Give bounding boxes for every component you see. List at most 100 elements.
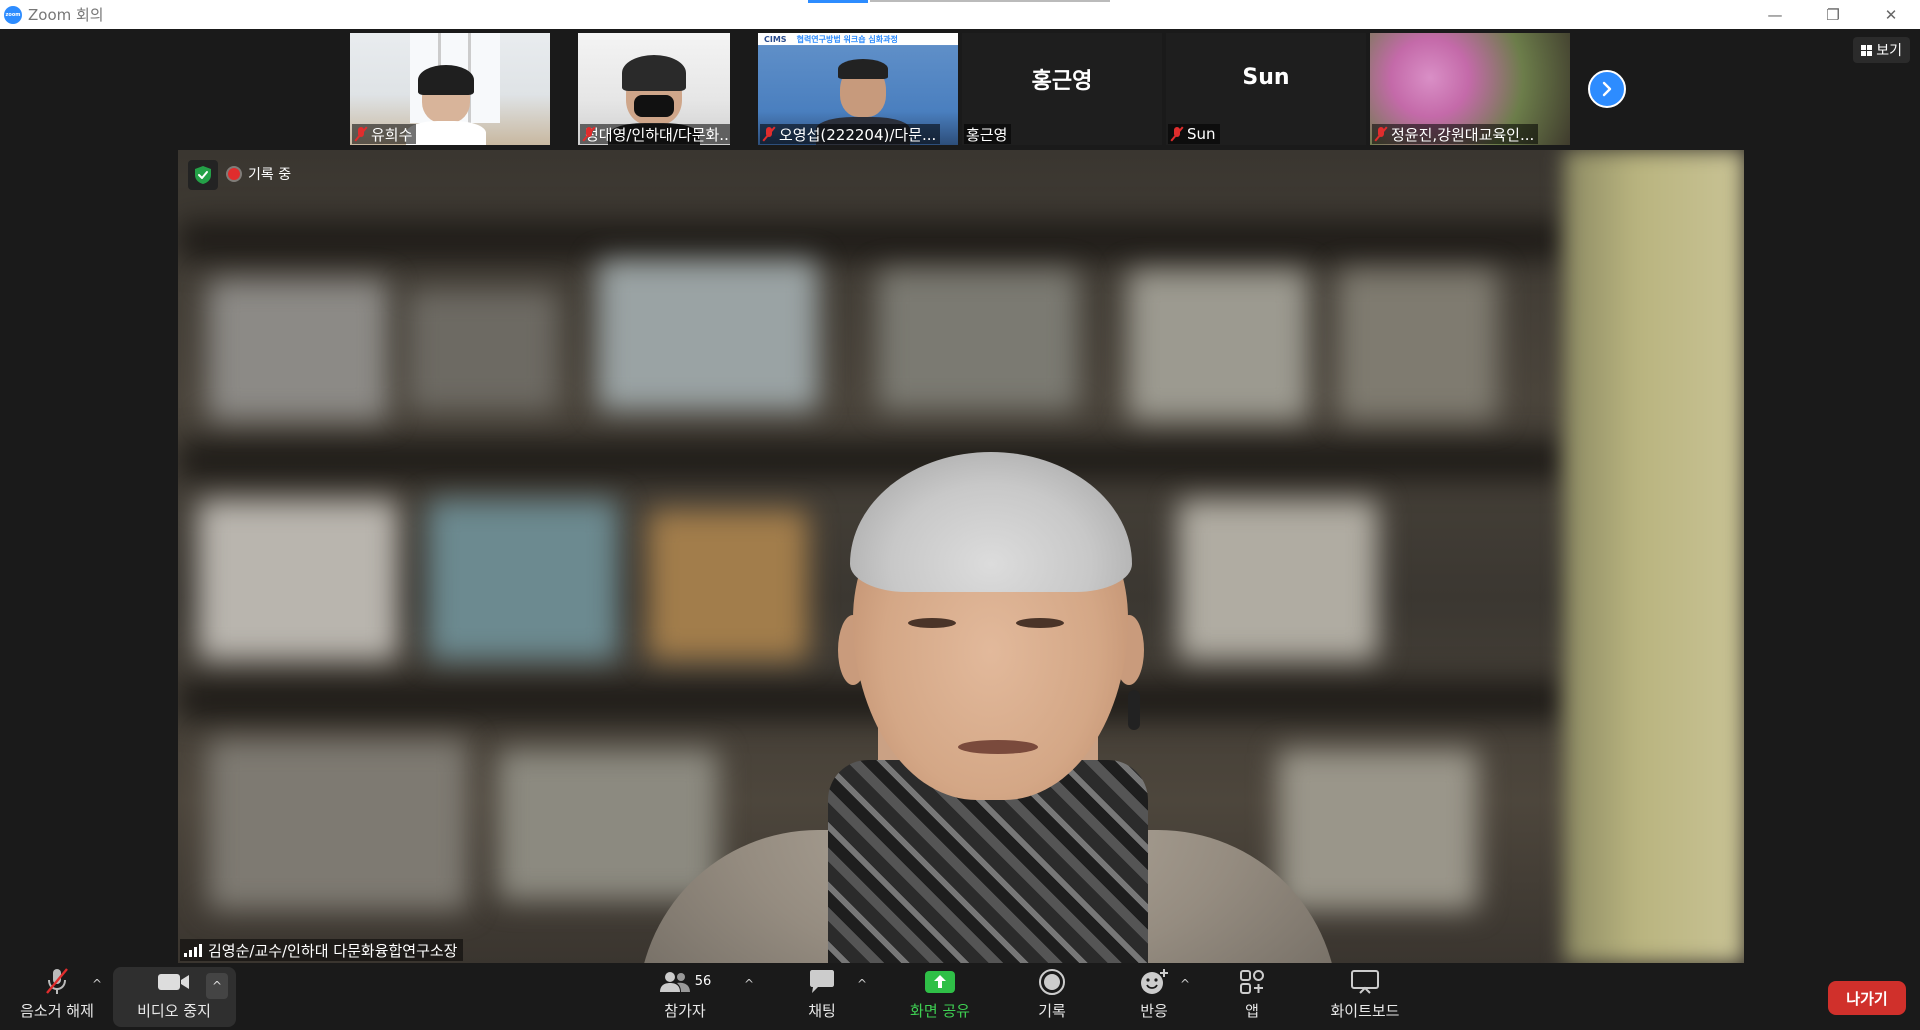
chevron-right-icon xyxy=(1602,81,1612,97)
participant-name: 유희수 xyxy=(371,125,413,144)
chat-bubble-icon xyxy=(810,969,834,993)
apps-icon xyxy=(1240,969,1264,994)
reactions-button[interactable]: 반응 xyxy=(1124,967,1184,1027)
active-speaker-video: 기록 중 김영순/교수/인하대 다문화융합연구소장 xyxy=(178,150,1744,963)
view-button[interactable]: 보기 xyxy=(1853,37,1910,63)
reactions-options-caret[interactable]: ^ xyxy=(1180,977,1190,991)
participant-name: 정대영/인하대/다문화... xyxy=(585,125,730,144)
window-title: Zoom 회의 xyxy=(28,6,104,24)
next-page-button[interactable] xyxy=(1588,70,1626,108)
speaker-name-tag: 김영순/교수/인하대 다문화융합연구소장 xyxy=(180,939,464,961)
window-controls: — ❐ ✕ xyxy=(1746,0,1920,29)
participants-label: 참가자 xyxy=(664,1002,706,1020)
participant-display-name: Sun xyxy=(1242,65,1290,90)
face-mask xyxy=(634,95,674,117)
video-options-caret[interactable]: ^ xyxy=(206,973,228,999)
title-bar: zoom Zoom 회의 — ❐ ✕ xyxy=(0,0,1920,29)
shelf-band xyxy=(178,440,1564,480)
meeting-toolbar: 음소거 해제 ^ 비디오 중지 ^ 56 참가자 ^ 채팅 ^ 화면 공유 기록… xyxy=(0,963,1920,1030)
participant-thumbnail[interactable]: Sun Sun xyxy=(1166,33,1366,145)
blurred-book xyxy=(428,500,618,660)
participants-icon xyxy=(659,971,690,992)
participant-thumbnail[interactable]: 정윤진,강원대교육인... xyxy=(1370,33,1570,145)
unmute-label: 음소거 해제 xyxy=(20,1002,94,1020)
record-icon xyxy=(1039,968,1065,995)
chat-options-caret[interactable]: ^ xyxy=(857,977,867,991)
mic-muted-icon xyxy=(354,126,368,142)
mic-muted-icon xyxy=(762,126,776,142)
participant-thumbnail[interactable]: CIMS 협력연구방법 워크숍 심화과정 오영섭(222204)/다문... xyxy=(758,33,958,145)
unmute-button[interactable]: 음소거 해제 xyxy=(14,967,100,1027)
recording-indicator[interactable]: 기록 중 xyxy=(228,162,291,186)
blurred-book xyxy=(1128,270,1308,420)
share-screen-label: 화면 공유 xyxy=(910,1002,970,1020)
mic-muted-icon xyxy=(1170,126,1184,142)
mic-muted-icon xyxy=(1374,126,1388,142)
participant-name-tag: Sun xyxy=(1168,124,1220,144)
participant-name-tag: 홍근영 xyxy=(964,124,1012,144)
zoom-logo-icon: zoom xyxy=(4,5,22,24)
participant-name: Sun xyxy=(1187,125,1216,143)
participant-name: 정윤진,강원대교육인... xyxy=(1391,125,1535,144)
shield-check-icon xyxy=(195,166,211,184)
share-screen-button[interactable]: 화면 공유 xyxy=(900,967,980,1027)
participant-name: 오영섭(222204)/다문... xyxy=(779,125,937,144)
close-button[interactable]: ✕ xyxy=(1862,0,1920,29)
shelf-band xyxy=(178,220,1564,260)
apps-label: 앱 xyxy=(1245,1002,1259,1020)
blurred-book xyxy=(598,260,818,410)
whiteboard-button[interactable]: 화이트보드 xyxy=(1320,967,1410,1027)
minimize-button[interactable]: — xyxy=(1746,0,1804,29)
participant-hair xyxy=(622,55,686,91)
reactions-label: 반응 xyxy=(1140,1002,1168,1020)
participant-thumbnail[interactable]: 정대영/인하대/다문화... xyxy=(578,33,730,145)
participant-hair xyxy=(418,65,474,95)
participant-hair xyxy=(838,59,888,79)
grid-view-icon xyxy=(1861,44,1873,56)
apps-button[interactable]: 앱 xyxy=(1224,967,1280,1027)
blurred-book xyxy=(1278,750,1478,910)
participant-display-name: 홍근영 xyxy=(1031,69,1093,94)
speaker-mouth xyxy=(958,740,1038,754)
headset-icon xyxy=(1128,690,1140,730)
blurred-book xyxy=(878,270,1078,410)
recording-label: 기록 중 xyxy=(248,167,292,183)
blurred-book xyxy=(1338,270,1498,420)
stop-video-label: 비디오 중지 xyxy=(137,1002,211,1020)
participant-thumbnail[interactable]: 유희수 xyxy=(350,33,550,145)
whiteboard-icon xyxy=(1351,969,1379,994)
speaker-name: 김영순/교수/인하대 다문화융합연구소장 xyxy=(208,941,458,960)
participant-name-tag: 유희수 xyxy=(352,124,417,144)
participant-strip: 유희수 정대영/인하대/다문화... CIMS 협력연구방법 워크숍 심화과정 … xyxy=(0,29,1920,149)
participant-name-tag: 정윤진,강원대교육인... xyxy=(1372,124,1539,144)
blurred-book xyxy=(208,280,388,420)
background-wall xyxy=(1564,150,1744,963)
blurred-book xyxy=(408,290,558,410)
participant-thumbnail[interactable]: 홍근영 홍근영 xyxy=(962,33,1162,145)
leave-button[interactable]: 나가기 xyxy=(1828,981,1906,1015)
banner-logo: CIMS xyxy=(764,34,787,44)
record-button[interactable]: 기록 xyxy=(1022,967,1082,1027)
blurred-book xyxy=(498,750,718,900)
chat-label: 채팅 xyxy=(808,1002,836,1020)
top-indicator xyxy=(808,0,868,3)
virtual-background-banner: CIMS 협력연구방법 워크숍 심화과정 xyxy=(758,33,958,45)
chat-button[interactable]: 채팅 xyxy=(792,967,852,1027)
audio-options-caret[interactable]: ^ xyxy=(92,977,102,991)
participants-button[interactable]: 56 참가자 xyxy=(650,967,720,1027)
encryption-badge[interactable] xyxy=(188,160,218,190)
blurred-book xyxy=(648,510,808,660)
participants-options-caret[interactable]: ^ xyxy=(744,977,754,991)
share-screen-icon xyxy=(925,970,955,993)
signal-strength-icon xyxy=(184,943,202,957)
mic-muted-icon xyxy=(46,968,68,994)
view-button-label: 보기 xyxy=(1876,43,1902,59)
banner-title: 협력연구방법 워크숍 심화과정 xyxy=(796,34,898,44)
whiteboard-label: 화이트보드 xyxy=(1330,1002,1400,1020)
record-label: 기록 xyxy=(1038,1002,1066,1020)
participant-name-tag: 정대영/인하대/다문화... xyxy=(580,124,730,144)
participant-name-tag: 오영섭(222204)/다문... xyxy=(760,124,941,144)
blurred-book xyxy=(1178,500,1378,660)
restore-button[interactable]: ❐ xyxy=(1804,0,1862,29)
participant-name: 홍근영 xyxy=(966,125,1008,144)
